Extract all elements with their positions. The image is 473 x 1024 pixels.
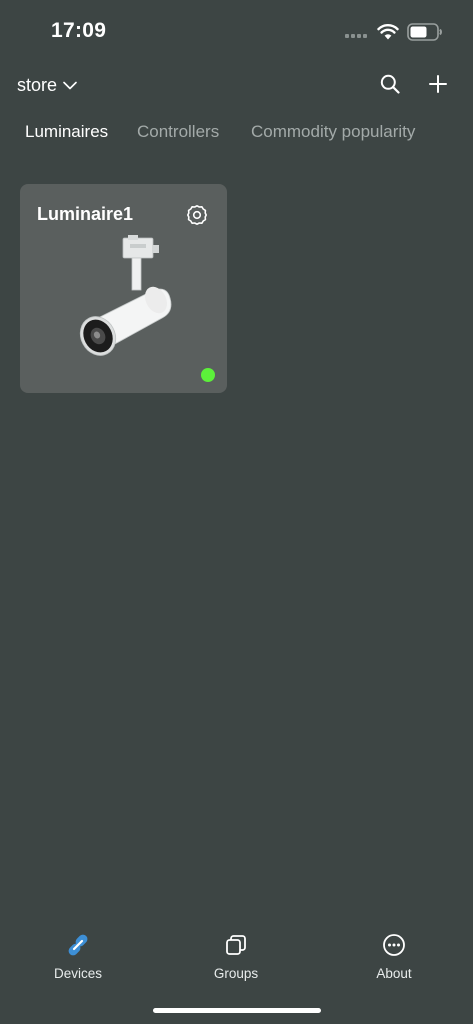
nav-label-about: About [376, 966, 412, 981]
home-indicator[interactable] [153, 1008, 321, 1013]
cellular-signal-icon [345, 34, 367, 38]
more-circle-icon [380, 931, 408, 959]
nav-devices[interactable]: Devices [28, 925, 128, 987]
chevron-down-icon [63, 81, 77, 89]
status-time: 17:09 [51, 19, 107, 42]
tab-commodity-popularity[interactable]: Commodity popularity [251, 122, 415, 142]
add-device-button[interactable] [425, 71, 451, 97]
nav-label-groups: Groups [213, 966, 259, 981]
battery-icon [407, 23, 442, 41]
online-status-indicator [201, 368, 215, 382]
link-icon [64, 931, 92, 959]
nav-groups[interactable]: Groups [186, 925, 286, 987]
plus-icon [429, 75, 447, 93]
store-label: store [17, 74, 58, 95]
wifi-icon [377, 24, 399, 40]
gear-icon[interactable] [186, 204, 208, 226]
nav-about[interactable]: About [344, 925, 444, 987]
device-card[interactable]: Luminaire1 [20, 184, 227, 393]
groups-icon [222, 931, 250, 959]
category-tabs: Luminaires Controllers Commodity popular… [0, 122, 473, 150]
store-selector[interactable]: store [17, 72, 77, 98]
search-icon [380, 74, 400, 94]
nav-label-devices: Devices [53, 966, 102, 981]
status-bar: 17:09 [0, 0, 473, 60]
device-name: Luminaire1 [37, 204, 134, 224]
tab-luminaires[interactable]: Luminaires [25, 122, 108, 142]
tab-controllers[interactable]: Controllers [137, 122, 219, 142]
bottom-navigation: Devices Groups About [0, 925, 473, 995]
track-spotlight-image [79, 235, 172, 356]
search-button[interactable] [377, 71, 403, 97]
